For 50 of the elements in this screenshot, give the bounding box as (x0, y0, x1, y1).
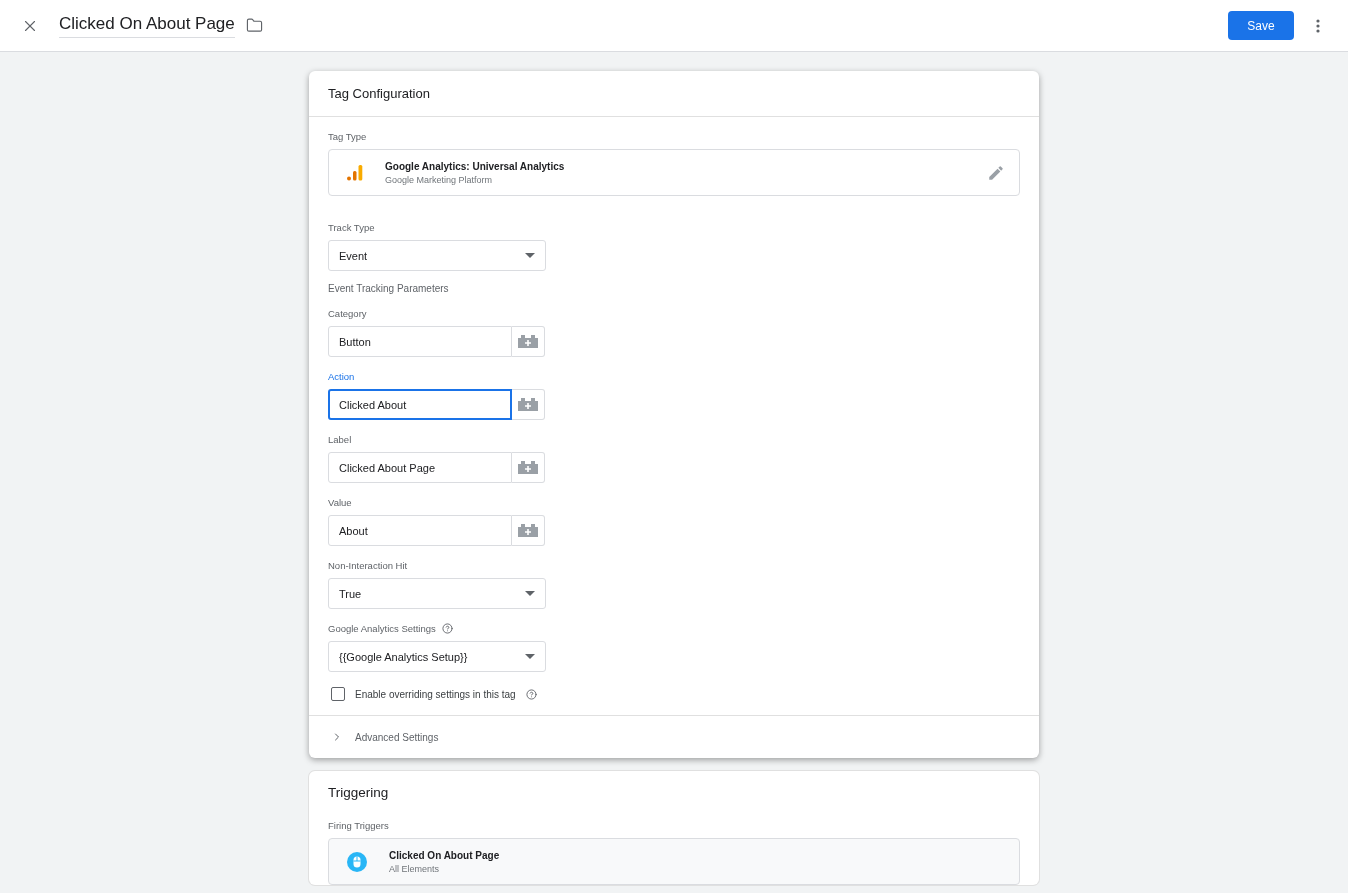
card-title: Tag Configuration (309, 71, 1039, 117)
card-title: Triggering (327, 784, 390, 800)
tag-type-name: Google Analytics: Universal Analytics (385, 160, 566, 172)
more-icon (1316, 18, 1320, 33)
help-icon[interactable] (525, 688, 537, 700)
input-field[interactable]: Clicked About (328, 389, 512, 420)
trigger-name: Clicked On About Page (389, 849, 501, 861)
variable-icon (518, 524, 538, 537)
checkbox[interactable] (331, 687, 345, 701)
insert-variable-button[interactable] (512, 452, 545, 483)
insert-variable-button[interactable] (512, 326, 545, 357)
edit-icon[interactable] (987, 163, 1005, 182)
mouse-icon (347, 851, 367, 872)
section-heading: Event Tracking Parameters (328, 283, 450, 294)
field-label: Category (328, 308, 367, 319)
caret-icon (525, 654, 535, 659)
variable-icon (518, 335, 538, 348)
dropdown[interactable]: {{Google Analytics Setup}} (328, 641, 546, 672)
field-label: Tag Type (328, 131, 367, 142)
checkbox-label: Enable overriding settings in this tag (355, 688, 516, 700)
dropdown[interactable]: Event (328, 240, 546, 271)
input-field[interactable]: Clicked About Page (328, 452, 512, 483)
insert-variable-button[interactable] (512, 515, 545, 546)
insert-variable-button[interactable] (512, 389, 545, 420)
trigger-type: All Elements (389, 863, 441, 874)
caret-icon (525, 253, 535, 258)
caret-icon (525, 591, 535, 596)
input-field[interactable]: Button (328, 326, 512, 357)
field-label: Track Type (328, 222, 375, 233)
field-label: Google Analytics Settings (328, 623, 436, 634)
variable-icon (518, 398, 538, 411)
variable-icon (518, 461, 538, 474)
tag-type-provider: Google Marketing Platform (385, 174, 494, 185)
field-label: Value (328, 497, 352, 508)
field-label: Non-Interaction Hit (328, 560, 408, 571)
advanced-settings-toggle[interactable]: Advanced Settings (309, 716, 1039, 758)
input-field[interactable]: About (328, 515, 512, 546)
field-label: Label (328, 434, 352, 445)
tag-name-title[interactable]: Clicked On About Page (59, 13, 235, 38)
field-label: Action (328, 371, 355, 382)
save-button[interactable]: Save (1228, 11, 1294, 40)
field-label: Firing Triggers (328, 820, 389, 831)
trigger-card[interactable]: Clicked On About Page All Elements (328, 838, 1020, 885)
dropdown[interactable]: True (328, 578, 546, 609)
dropdown-value: True (339, 587, 362, 600)
help-icon[interactable] (441, 623, 453, 634)
dropdown-value: {{Google Analytics Setup}} (339, 650, 468, 663)
tag-type-card[interactable]: Google Analytics: Universal Analytics Google Marketing Platform (328, 149, 1020, 196)
dropdown-value: Event (339, 249, 368, 262)
bar-chart-logo-icon (347, 164, 363, 181)
